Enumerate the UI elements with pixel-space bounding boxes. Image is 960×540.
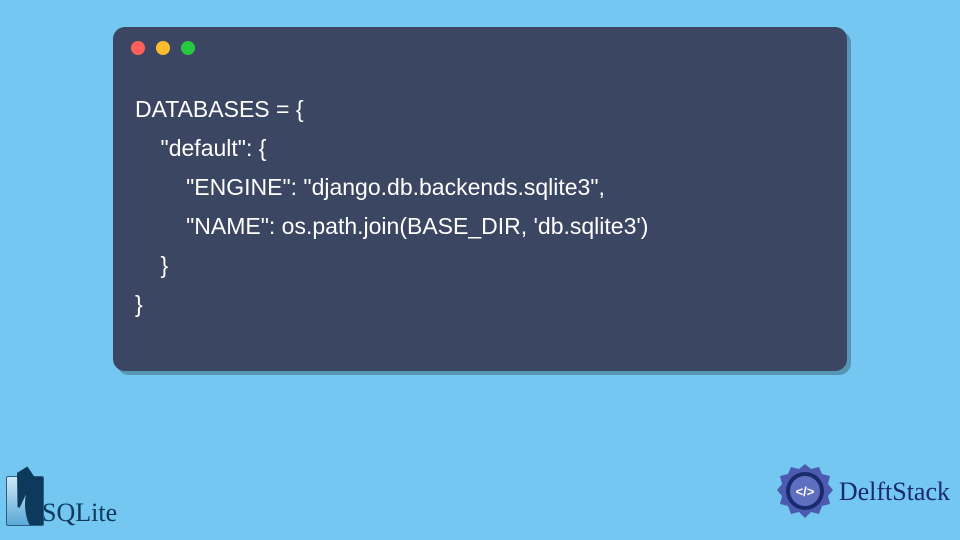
code-line: } bbox=[135, 252, 168, 278]
code-line: "default": { bbox=[135, 135, 266, 161]
window-traffic-lights bbox=[113, 27, 847, 55]
code-line: } bbox=[135, 291, 143, 317]
code-line: DATABASES = { bbox=[135, 96, 304, 122]
code-line: "ENGINE": "django.db.backends.sqlite3", bbox=[135, 174, 605, 200]
delftstack-badge-icon: </> bbox=[775, 462, 835, 522]
code-panel: DATABASES = { "default": { "ENGINE": "dj… bbox=[113, 27, 847, 371]
close-icon bbox=[131, 41, 145, 55]
maximize-icon bbox=[181, 41, 195, 55]
minimize-icon bbox=[156, 41, 170, 55]
delftstack-logo: </> DelftStack bbox=[775, 462, 950, 522]
code-glyph-icon: </> bbox=[795, 484, 814, 499]
sqlite-logo-text: SQLite bbox=[42, 498, 117, 528]
code-block: DATABASES = { "default": { "ENGINE": "dj… bbox=[113, 78, 847, 348]
sqlite-logo: SQLite bbox=[6, 476, 117, 526]
code-line: "NAME": os.path.join(BASE_DIR, 'db.sqlit… bbox=[135, 213, 648, 239]
delftstack-logo-text: DelftStack bbox=[839, 477, 950, 507]
